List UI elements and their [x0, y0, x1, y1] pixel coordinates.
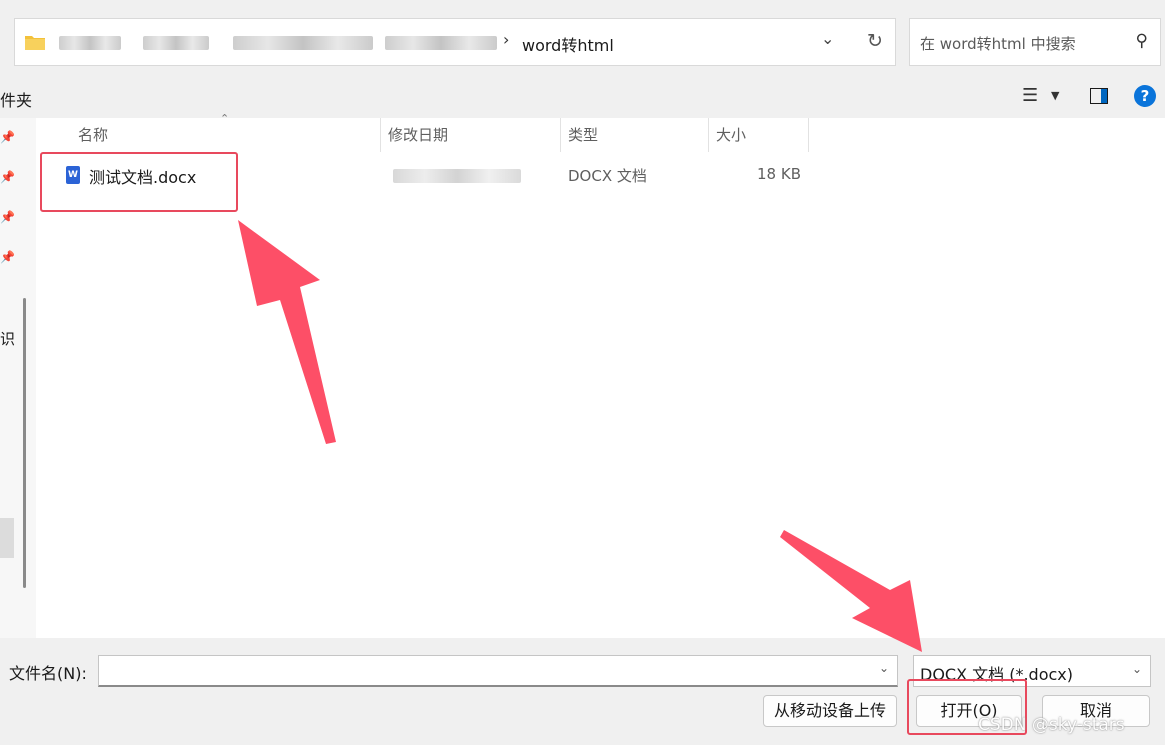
address-bar[interactable]: › word转html ⌄ ↻ — [14, 18, 896, 66]
breadcrumb-current-folder[interactable]: word转html — [522, 32, 614, 56]
nav-item-label[interactable]: 识 — [0, 328, 15, 349]
folder-icon — [25, 36, 45, 50]
pin-icon[interactable]: 📌 — [0, 130, 15, 144]
filename-label: 文件名(N): — [9, 664, 87, 683]
blurred-breadcrumb — [59, 36, 121, 50]
file-type: DOCX 文档 — [568, 167, 647, 185]
watermark: CSDN @sky-stars — [978, 715, 1125, 735]
column-header-date[interactable]: 修改日期 — [380, 118, 560, 152]
blurred-breadcrumb — [143, 36, 209, 50]
column-header-name[interactable]: 名称 — [70, 118, 380, 152]
column-header-size[interactable]: 大小 — [708, 118, 808, 152]
help-icon[interactable]: ? — [1134, 85, 1156, 107]
navigation-pane — [0, 118, 36, 638]
refresh-icon[interactable]: ↻ — [867, 30, 883, 52]
file-size: 18 KB — [757, 165, 801, 183]
new-folder-label[interactable]: 件夹 — [0, 87, 32, 111]
nav-selected-item[interactable] — [0, 518, 14, 558]
search-icon[interactable]: ⚲ — [1136, 31, 1148, 51]
filename-input[interactable]: ⌄ — [98, 655, 898, 687]
annotation-highlight-file — [40, 152, 238, 212]
pin-icon[interactable]: 📌 — [0, 250, 15, 264]
view-dropdown-icon[interactable]: ▼ — [1051, 89, 1059, 102]
breadcrumb-chevron-icon: › — [503, 30, 510, 49]
search-input[interactable]: 在 word转html 中搜索 ⚲ — [909, 18, 1161, 66]
column-header-type[interactable]: 类型 — [560, 118, 708, 152]
blurred-breadcrumb — [385, 36, 497, 50]
pin-icon[interactable]: 📌 — [0, 170, 15, 184]
file-date-blurred — [393, 169, 521, 183]
blurred-breadcrumb — [233, 36, 373, 50]
nav-scrollbar[interactable] — [23, 298, 26, 588]
chevron-down-icon[interactable]: ⌄ — [879, 661, 889, 675]
pin-icon[interactable]: 📌 — [0, 210, 15, 224]
chevron-down-icon: ⌄ — [1131, 662, 1142, 676]
search-placeholder: 在 word转html 中搜索 — [920, 35, 1076, 53]
column-divider[interactable] — [808, 118, 809, 152]
chevron-down-icon[interactable]: ⌄ — [821, 29, 834, 48]
upload-from-mobile-button[interactable]: 从移动设备上传 — [763, 695, 897, 727]
preview-pane-icon[interactable] — [1090, 88, 1108, 104]
view-options-icon[interactable]: ☰ — [1022, 85, 1038, 106]
